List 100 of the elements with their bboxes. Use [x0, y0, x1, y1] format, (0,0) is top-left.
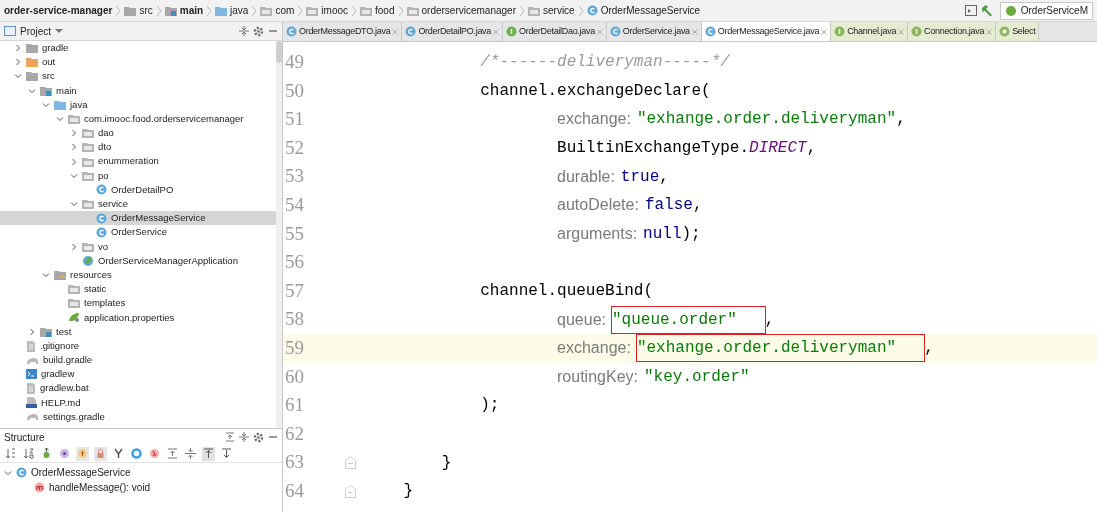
tree-item[interactable]: enummeration [0, 154, 276, 169]
ring-button[interactable] [130, 446, 143, 461]
tree-item[interactable]: OrderMessageService [0, 211, 276, 226]
close-icon [821, 28, 828, 35]
code-text: channel.exchangeDeclare( [480, 80, 711, 102]
code-text: , [806, 138, 817, 160]
settings-icon [253, 25, 264, 37]
breadcrumb-item[interactable]: com [275, 3, 295, 18]
tree-item[interactable]: test [0, 324, 276, 339]
fork-button[interactable] [112, 446, 125, 461]
tree-item[interactable]: java [0, 97, 276, 112]
sort-button[interactable] [4, 446, 17, 461]
package-icon [306, 5, 319, 16]
lambda-icon [149, 448, 160, 459]
lock-button[interactable] [94, 446, 107, 461]
breadcrumb-item[interactable]: service [543, 3, 575, 18]
chevron-right-icon [70, 242, 78, 251]
chevron-right-icon [28, 327, 36, 336]
tree-item[interactable]: templates [0, 296, 276, 311]
collapse-all-icon [239, 26, 249, 36]
tree-item[interactable]: HELP.md [0, 395, 276, 410]
breadcrumb-item[interactable]: order-service-manager [4, 3, 113, 18]
line-number: 63 [285, 450, 304, 475]
run-window-icon [964, 5, 977, 16]
package-icon [406, 5, 419, 16]
tree-item[interactable]: OrderService [0, 225, 276, 240]
editor-tab[interactable]: Connection.java [908, 22, 997, 41]
collapse-all-icon [239, 432, 249, 442]
tree-item[interactable]: dao [0, 126, 276, 141]
breadcrumb-item[interactable]: imooc [321, 3, 349, 18]
sort-button[interactable] [22, 446, 35, 461]
breadcrumb-item[interactable]: OrderMessageService [600, 3, 701, 18]
folder-icon [54, 99, 66, 110]
project-window-icon [4, 26, 16, 36]
expand-all-icon [167, 448, 178, 459]
scroll-from-source-button[interactable] [220, 446, 233, 461]
breadcrumb-item[interactable]: orderservicemanager [421, 3, 516, 18]
tree-item[interactable]: com.imooc.food.orderservicemanager [0, 111, 276, 127]
line-number: 60 [285, 364, 304, 389]
editor-tab[interactable]: OrderMessageService.java [701, 22, 832, 41]
field-button[interactable] [76, 446, 89, 461]
lock-icon [95, 448, 106, 459]
terminal-icon [26, 369, 37, 380]
tree-item[interactable]: resources [0, 268, 276, 283]
property-button[interactable] [58, 446, 71, 461]
expand-all-button[interactable] [166, 446, 179, 461]
folder-icon [215, 5, 228, 16]
editor-tab[interactable]: OrderDetailDao.java [503, 22, 607, 41]
tree-item[interactable]: src [0, 69, 276, 84]
source-folder-icon [40, 326, 52, 337]
tree-item[interactable]: out [0, 55, 276, 70]
tree-item[interactable]: main [0, 83, 276, 98]
separator-icon [155, 4, 162, 17]
collapse-all-icon [185, 448, 196, 459]
code-text: , [924, 338, 934, 360]
tree-item[interactable]: build.gradle [0, 353, 276, 368]
editor-tab[interactable]: Select [996, 22, 1040, 41]
breadcrumb-item[interactable]: main [179, 3, 204, 18]
line-number: 62 [285, 421, 304, 446]
elephant-icon [26, 355, 39, 365]
tree-item[interactable]: gradle [0, 41, 276, 56]
close-icon [986, 28, 993, 35]
collapse-all-button[interactable] [184, 446, 197, 461]
panel-title: Project [20, 24, 52, 39]
tree-item[interactable]: service [0, 197, 276, 212]
tree-item[interactable]: po [0, 168, 276, 183]
property-icon [59, 448, 70, 459]
tree-item[interactable]: dto [0, 140, 276, 155]
lambda-button[interactable] [148, 446, 161, 461]
chevron-down-icon [70, 171, 78, 180]
tree-item[interactable]: OrderDetailPO [0, 182, 276, 198]
close-icon [493, 28, 499, 35]
line-number: 61 [285, 393, 304, 418]
settings-icon [253, 431, 264, 443]
class-icon [586, 5, 598, 16]
line-number: 55 [285, 221, 304, 246]
tree-item[interactable]: OrderMessageService [0, 465, 282, 480]
tree-item[interactable]: handleMessage(): void [0, 480, 282, 495]
tree-item[interactable]: application.properties [0, 310, 276, 325]
run-configuration-dropdown[interactable]: OrderServiceM [999, 1, 1093, 20]
editor-tab[interactable]: Channel.java [831, 22, 909, 41]
tree-item[interactable]: gradlew [0, 367, 276, 382]
scrollbar[interactable] [276, 41, 282, 428]
editor-tab[interactable]: OrderDetailPO.java [402, 22, 503, 41]
tree-item[interactable]: OrderServiceManagerApplication [0, 253, 276, 268]
tree-item[interactable]: .gitignore [0, 338, 276, 354]
breadcrumb-item[interactable]: src [139, 3, 153, 18]
tree-item[interactable]: settings.gradle [0, 409, 276, 425]
editor-tab[interactable]: OrderMessageDTO.java [283, 22, 403, 41]
class-icon [96, 184, 107, 196]
scroll-from-source-icon [221, 448, 232, 459]
package-icon [82, 170, 94, 181]
tree-item[interactable]: vo [0, 239, 276, 254]
tree-item[interactable]: static [0, 282, 276, 297]
scroll-to-source-button[interactable] [202, 446, 215, 461]
breadcrumb-item[interactable]: food [375, 3, 395, 18]
breadcrumb-item[interactable]: java [230, 3, 249, 18]
tree-item[interactable]: gradlew.bat [0, 381, 276, 396]
chevron-down-icon [70, 200, 78, 209]
close-icon [596, 28, 603, 35]
